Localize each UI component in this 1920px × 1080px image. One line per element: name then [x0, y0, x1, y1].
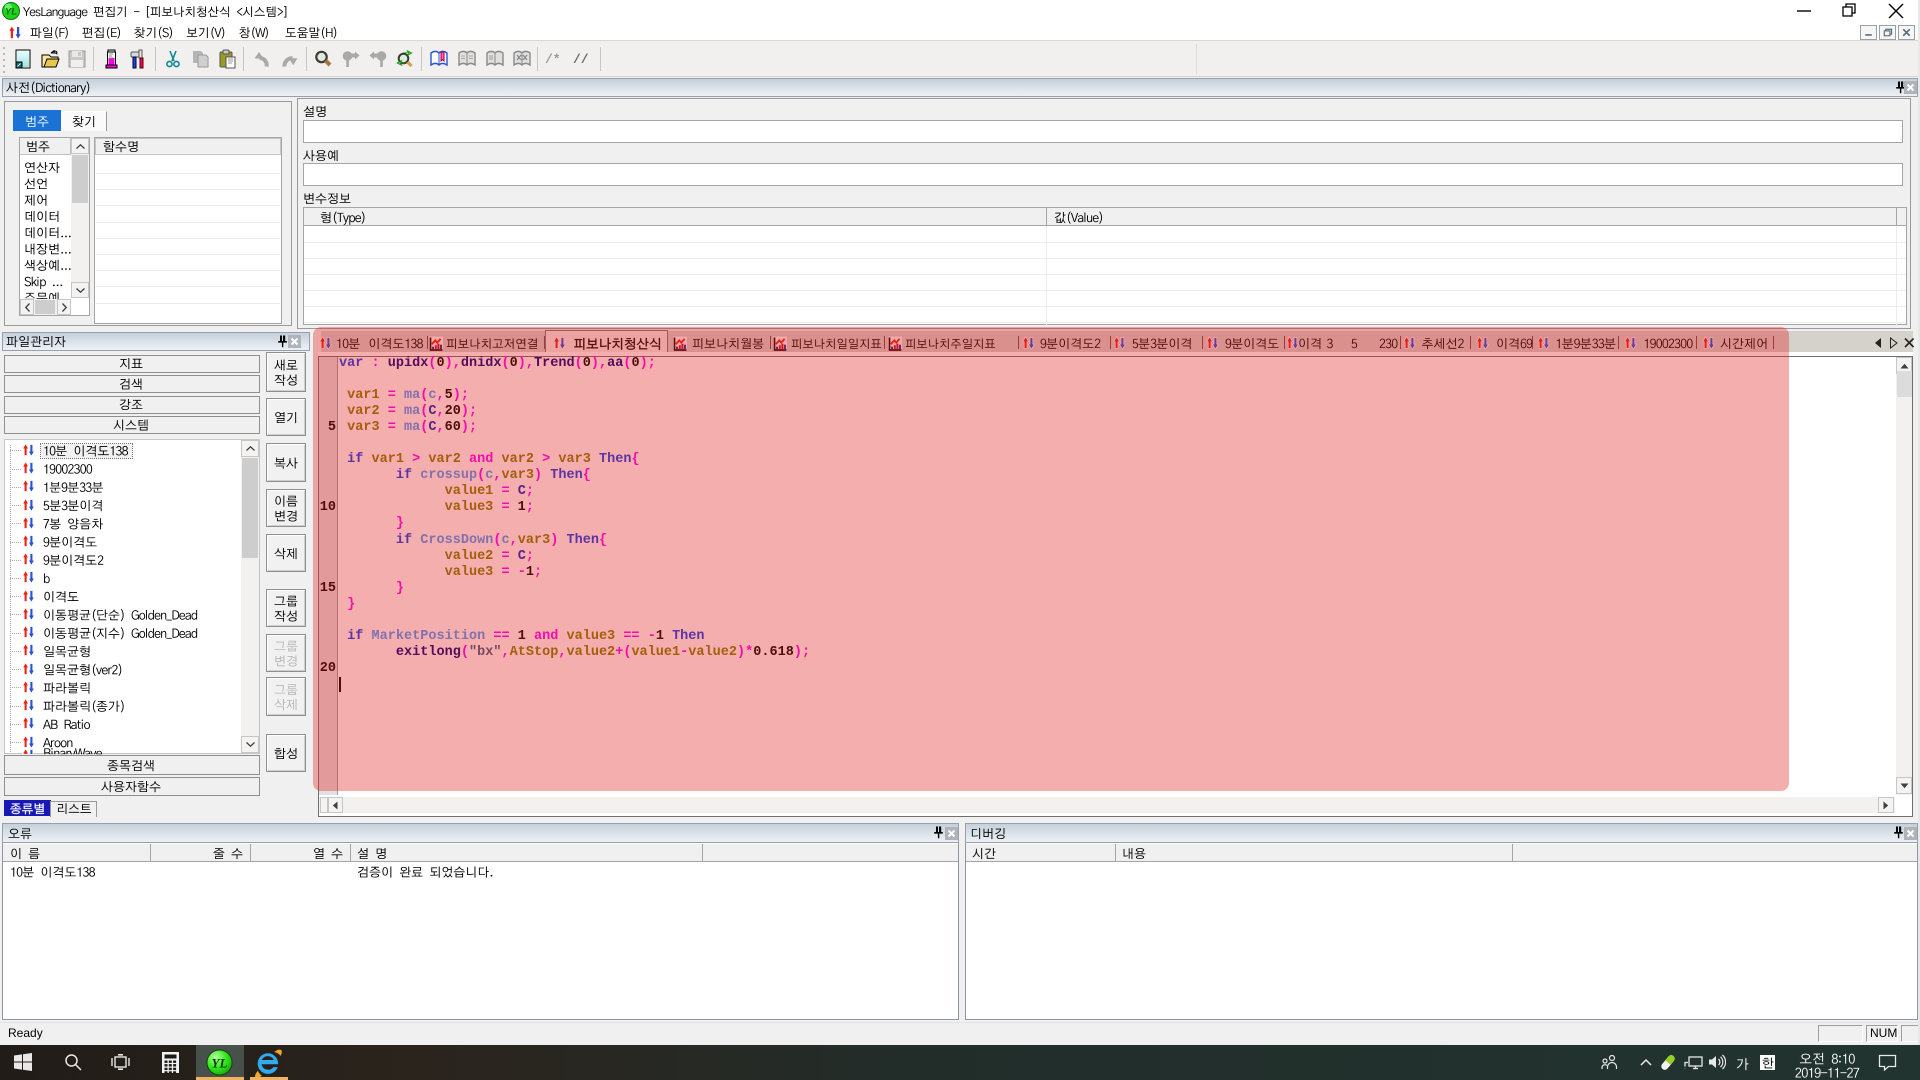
svg-text:YL: YL	[212, 1056, 228, 1071]
svg-text:YL: YL	[5, 7, 17, 18]
